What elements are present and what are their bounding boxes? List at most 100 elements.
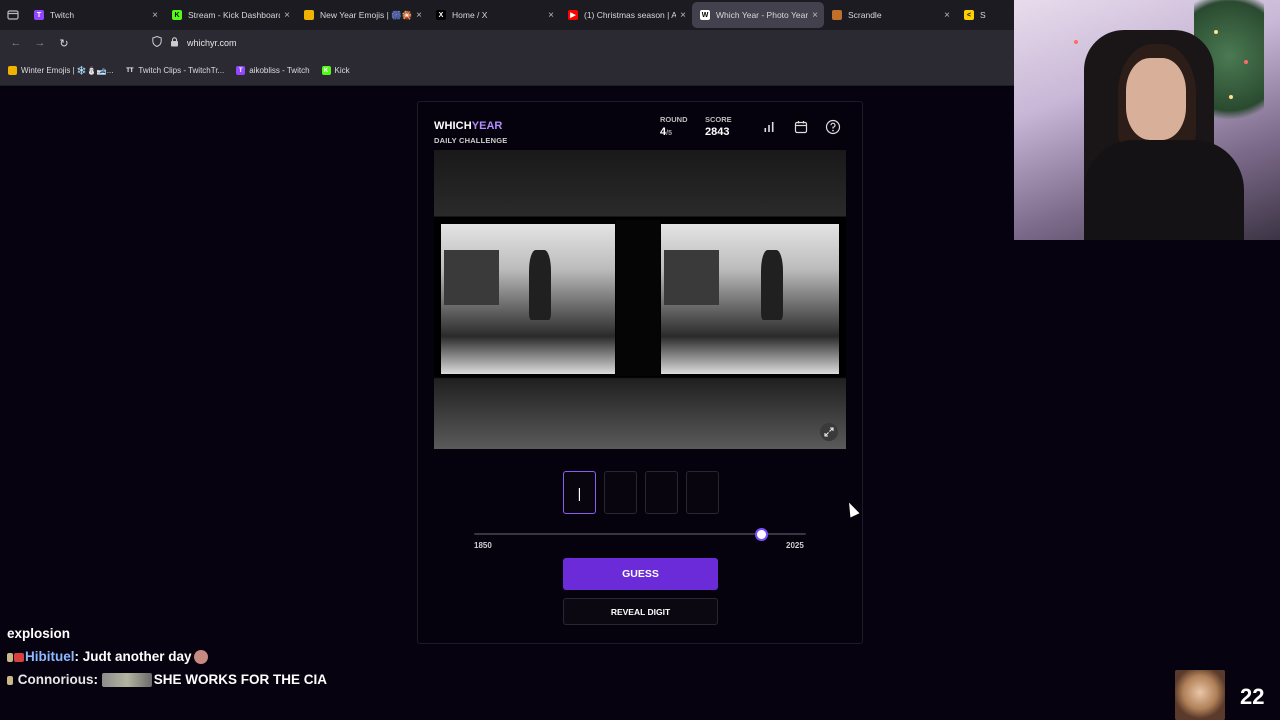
lock-icon[interactable] bbox=[170, 36, 179, 50]
close-tab-icon[interactable]: × bbox=[680, 10, 686, 21]
streamer-face bbox=[1126, 58, 1186, 140]
round-total: /5 bbox=[666, 130, 672, 137]
tab-favicon-icon bbox=[304, 10, 314, 20]
bookmark-icon bbox=[8, 66, 17, 75]
photo-divider bbox=[616, 220, 660, 376]
emote-icon bbox=[193, 650, 208, 665]
bookmark-item[interactable]: Taikobliss - Twitch bbox=[236, 66, 310, 75]
browser-tab[interactable]: ▶ (1) Christmas season | A sal× bbox=[560, 2, 692, 28]
close-tab-icon[interactable]: × bbox=[548, 10, 554, 21]
bookmark-icon: K bbox=[321, 66, 331, 75]
game-card: WHICHYEAR DAILY CHALLENGE ROUND 4/5 SCOR… bbox=[417, 101, 863, 644]
year-slider[interactable] bbox=[474, 528, 806, 541]
score-label: SCORE bbox=[705, 115, 732, 124]
stream-chat: explosion Hibituel: Judt another day Con… bbox=[7, 622, 337, 691]
browser-tab[interactable]: < Songl bbox=[956, 2, 992, 28]
whichyear-logo[interactable]: WHICHYEAR DAILY CHALLENGE bbox=[434, 116, 507, 145]
stats-icon[interactable] bbox=[758, 116, 780, 138]
soldier-right bbox=[761, 250, 783, 320]
tab-label: Which Year - Photo Year Gu bbox=[716, 10, 809, 20]
tab-label: (1) Christmas season | A sal bbox=[584, 10, 677, 20]
tab-label: Scrandle bbox=[848, 10, 882, 20]
close-tab-icon[interactable]: × bbox=[284, 10, 290, 21]
tab-favicon-icon bbox=[832, 10, 842, 20]
calendar-icon[interactable] bbox=[790, 116, 812, 138]
browser-tab[interactable]: Scrandle × bbox=[824, 2, 956, 28]
back-icon[interactable]: ← bbox=[4, 37, 28, 49]
badge-icon bbox=[14, 652, 24, 662]
tab-label: Home / X bbox=[452, 10, 488, 20]
webcam-overlay bbox=[1014, 0, 1280, 240]
tab-label: Songl bbox=[980, 10, 986, 20]
bookmark-label: aikobliss - Twitch bbox=[249, 66, 310, 75]
bookmark-icon: T bbox=[236, 66, 246, 75]
slider-min-label: 1850 bbox=[474, 541, 492, 550]
bookmark-label: Kick bbox=[334, 66, 350, 75]
bookmark-item[interactable]: TT Twitch Clips - TwitchTr... bbox=[125, 66, 224, 75]
badge-icon bbox=[7, 675, 13, 685]
tab-list-icon[interactable] bbox=[0, 0, 26, 30]
daily-challenge-label: DAILY CHALLENGE bbox=[434, 136, 508, 145]
close-tab-icon[interactable]: × bbox=[416, 10, 422, 21]
year-digit-2[interactable] bbox=[604, 471, 637, 514]
bookmark-item[interactable]: Winter Emojis | ❄️⛄🎿... bbox=[8, 66, 113, 75]
historical-photo bbox=[434, 150, 846, 449]
round-label: ROUND bbox=[660, 115, 688, 124]
browser-tab[interactable]: W Which Year - Photo Year Gu× bbox=[692, 2, 824, 28]
tab-favicon-icon: W bbox=[700, 10, 710, 20]
tab-favicon-icon: K bbox=[172, 10, 182, 20]
badge-icon bbox=[7, 652, 13, 662]
close-tab-icon[interactable]: × bbox=[812, 10, 818, 21]
slider-thumb[interactable] bbox=[755, 528, 769, 541]
chat-username: Hibituel bbox=[25, 649, 75, 664]
tab-label: Twitch bbox=[50, 10, 75, 20]
viewer-avatar bbox=[1175, 670, 1225, 720]
bookmark-label: Twitch Clips - TwitchTr... bbox=[138, 66, 225, 75]
tab-favicon-icon: T bbox=[34, 10, 44, 20]
chat-message: Hibituel: Judt another day bbox=[7, 645, 337, 668]
slider-max-label: 2025 bbox=[786, 541, 804, 550]
tab-favicon-icon: < bbox=[964, 10, 974, 20]
browser-tab[interactable]: New Year Emojis | 🎆🎇🎉× bbox=[296, 2, 428, 28]
chat-message: Connorious: SHE WORKS FOR THE CIA bbox=[7, 668, 337, 691]
score-value: 2843 bbox=[705, 126, 730, 138]
reload-icon[interactable]: ↻ bbox=[52, 37, 76, 50]
chat-username: Connorious bbox=[17, 672, 94, 687]
expand-icon[interactable] bbox=[820, 423, 838, 441]
guess-button[interactable]: GUESS bbox=[563, 558, 718, 590]
close-tab-icon[interactable]: × bbox=[152, 10, 158, 21]
shield-icon[interactable] bbox=[152, 35, 162, 50]
tab-favicon-icon: ▶ bbox=[568, 10, 578, 20]
bookmark-item[interactable]: K Kick bbox=[321, 66, 350, 75]
streamer-body bbox=[1084, 140, 1244, 240]
round-stat: ROUND 4/5 bbox=[660, 115, 688, 138]
browser-tab[interactable]: X Home / X × bbox=[428, 2, 560, 28]
truck-right bbox=[664, 250, 719, 305]
viewer-count: 22 bbox=[1240, 684, 1265, 709]
tab-favicon-icon: X bbox=[436, 10, 446, 20]
year-digit-inputs: | bbox=[563, 471, 719, 514]
chat-text: Judt another day bbox=[82, 649, 192, 664]
help-icon[interactable] bbox=[822, 116, 844, 138]
year-digit-4[interactable] bbox=[686, 471, 719, 514]
url-bar[interactable]: whichyr.com bbox=[152, 33, 1014, 53]
reveal-digit-button[interactable]: REVEAL DIGIT bbox=[563, 598, 718, 625]
score-stat: SCORE 2843 bbox=[705, 115, 732, 138]
forward-icon[interactable]: → bbox=[28, 37, 52, 49]
tab-label: New Year Emojis | 🎆🎇🎉 bbox=[320, 9, 413, 20]
tab-label: Stream - Kick Dashboard bbox=[188, 10, 281, 20]
close-tab-icon[interactable]: × bbox=[944, 10, 950, 21]
year-digit-1[interactable]: | bbox=[563, 471, 596, 514]
browser-tab[interactable]: K Stream - Kick Dashboard × bbox=[164, 2, 296, 28]
bookmark-label: Winter Emojis | ❄️⛄🎿... bbox=[21, 66, 114, 75]
emote-icon bbox=[101, 673, 152, 688]
chat-message: explosion bbox=[7, 622, 337, 645]
logo-year: YEAR bbox=[471, 120, 503, 132]
url-text[interactable]: whichyr.com bbox=[187, 38, 237, 48]
browser-tab[interactable]: T Twitch × bbox=[26, 2, 164, 28]
soldier-left bbox=[529, 250, 551, 320]
chat-text: explosion bbox=[7, 626, 71, 641]
bookmark-icon: TT bbox=[125, 66, 135, 75]
year-digit-3[interactable] bbox=[645, 471, 678, 514]
chat-text: SHE WORKS FOR THE CIA bbox=[153, 672, 328, 687]
